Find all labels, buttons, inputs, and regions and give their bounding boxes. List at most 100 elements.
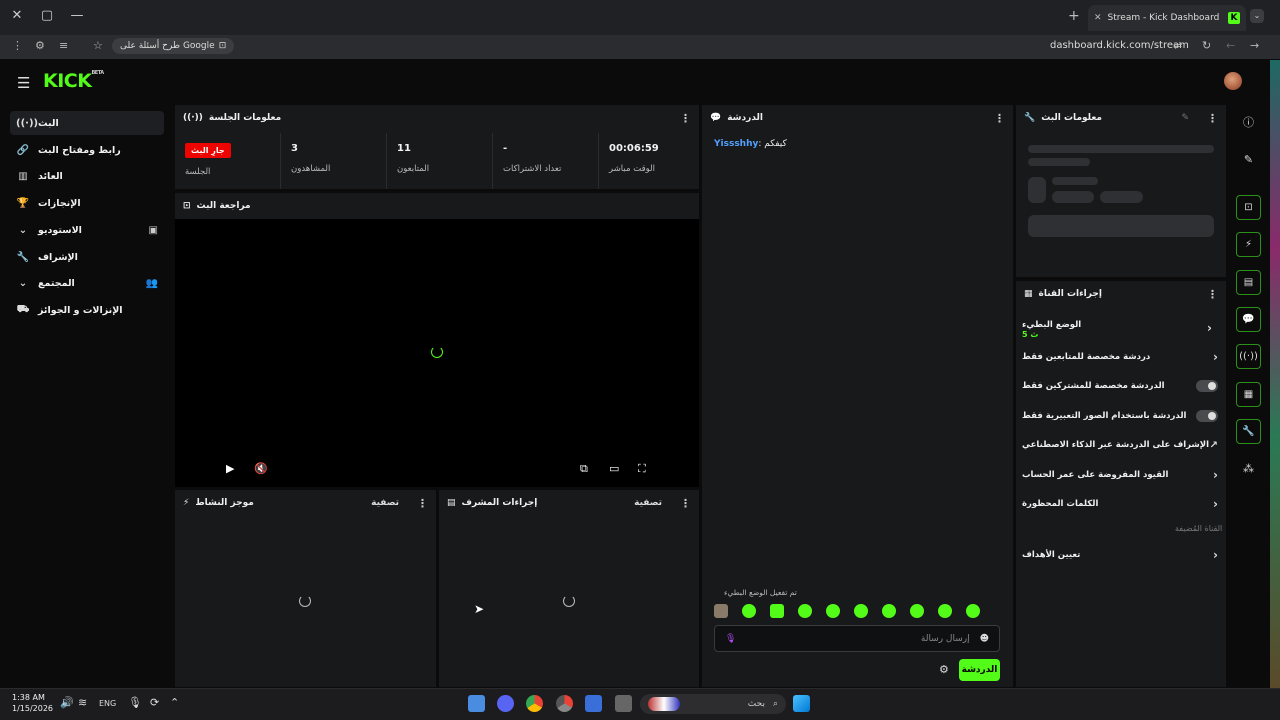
play-icon[interactable]: ▶: [226, 462, 234, 475]
hamburger-menu-icon[interactable]: ☰: [17, 74, 30, 92]
more-options-icon[interactable]: ⋮: [994, 112, 1005, 125]
refresh-tray-icon[interactable]: ⟳: [150, 696, 159, 709]
fullscreen-icon[interactable]: ⛶: [638, 462, 646, 476]
discord-icon[interactable]: [497, 695, 514, 712]
reload-icon[interactable]: ↻: [1202, 39, 1211, 52]
sidebar-item-stream-key[interactable]: 🔗 رابط ومفتاح البث: [10, 138, 164, 162]
more-options-icon[interactable]: ⋮: [417, 497, 428, 510]
site-settings-icon[interactable]: ⇌: [1173, 39, 1182, 52]
filter-button[interactable]: تصفية: [634, 498, 662, 508]
emote-icon[interactable]: [910, 604, 924, 618]
emotes-only-toggle[interactable]: [1196, 410, 1218, 422]
edit-pencil-icon[interactable]: ✎: [1236, 147, 1261, 172]
edit-pencil-icon[interactable]: ✎: [1181, 113, 1189, 123]
filter-button[interactable]: تصفية: [371, 498, 399, 508]
sidebar-item-stream[interactable]: ((·)) البث: [10, 111, 164, 135]
sidebar-item-studio[interactable]: ⌄ الاستوديو ▣: [10, 218, 164, 242]
mic-tray-icon[interactable]: 🎙: [128, 696, 142, 709]
log-widget-icon[interactable]: ▤: [1236, 270, 1261, 295]
panel-header: 💬 الدردشة ⋮: [702, 105, 1013, 131]
emote-icon[interactable]: [854, 604, 868, 618]
slow-mode-row[interactable]: الوضع البطيء 5 ث ›: [1022, 317, 1218, 341]
user-avatar[interactable]: [1224, 72, 1242, 90]
url-text[interactable]: dashboard.kick.com/stream: [1050, 40, 1189, 51]
store-icon[interactable]: [585, 695, 602, 712]
taskbar-search[interactable]: بحث ⌕: [640, 694, 786, 714]
tab-search-icon[interactable]: ⌄: [1250, 9, 1264, 23]
microphone-icon[interactable]: 🎙: [725, 634, 736, 644]
emote-icon[interactable]: [798, 604, 812, 618]
app-f-icon[interactable]: [468, 695, 485, 712]
chat-input[interactable]: 🎙 إرسال رسالة ☻: [714, 625, 1000, 652]
emote-icon[interactable]: [882, 604, 896, 618]
window-maximize-icon[interactable]: ▢: [38, 8, 56, 23]
window-minimize-icon[interactable]: —: [68, 8, 86, 23]
more-widgets-icon[interactable]: ⁂: [1236, 456, 1261, 481]
emotes-only-row[interactable]: الدردشة باستخدام الصور التعبيرية فقط: [1022, 405, 1218, 427]
stat-followers: 11 المتابعون: [387, 133, 493, 189]
windows-start-icon[interactable]: [793, 695, 810, 712]
bookmark-star-icon[interactable]: ☆: [93, 39, 103, 52]
emote-icon[interactable]: [938, 604, 952, 618]
more-options-icon[interactable]: ⋮: [680, 497, 691, 510]
browser-tab-active[interactable]: ✕ Stream - Kick Dashboard K: [1088, 5, 1246, 31]
emote-icon[interactable]: [826, 604, 840, 618]
language-indicator[interactable]: ENG: [99, 699, 116, 708]
tray-chevron-up-icon[interactable]: ⌃: [170, 696, 179, 709]
skeleton-line: [1028, 158, 1090, 166]
broadcast-icon: ((·)): [16, 117, 39, 129]
sidebar-item-revenue[interactable]: ▥ العائد: [10, 164, 164, 188]
account-age-row[interactable]: القيود المفروضة على عمر الحساب ›: [1022, 464, 1218, 486]
banned-words-row[interactable]: الكلمات المحظورة ›: [1022, 493, 1218, 515]
more-options-icon[interactable]: ⋮: [1207, 288, 1218, 301]
theater-mode-icon[interactable]: ▭: [609, 462, 619, 475]
actions-widget-icon[interactable]: ▦: [1236, 382, 1261, 407]
subs-only-toggle[interactable]: [1196, 380, 1218, 392]
subs-only-row[interactable]: الدردشة مخصصة للمشتركين فقط: [1022, 375, 1218, 397]
mod-actions-panel: ▤ إجراءات المشرف تصفية ⋮: [438, 489, 700, 688]
info-icon[interactable]: ⓘ: [1236, 109, 1261, 134]
sidebar-item-drops[interactable]: ⛟ الإنزالات و الجوائز: [10, 298, 164, 322]
forward-icon[interactable]: ←: [1226, 39, 1235, 52]
tab-close-icon[interactable]: ✕: [1094, 13, 1102, 23]
back-icon[interactable]: →: [1250, 39, 1259, 52]
extension-icon[interactable]: ⚙: [35, 39, 45, 52]
chat-widget-icon[interactable]: 💬: [1236, 307, 1261, 332]
chat-username[interactable]: Yissshhy: [714, 139, 758, 149]
wifi-icon[interactable]: ≋: [78, 696, 87, 709]
sidebar-item-achievements[interactable]: 🏆 الإنجازات: [10, 191, 164, 215]
chat-settings-gear-icon[interactable]: ⚙: [939, 663, 949, 676]
chat-send-button[interactable]: الدردشة: [959, 659, 1000, 681]
more-options-icon[interactable]: ⋮: [1207, 112, 1218, 125]
chrome-icon[interactable]: [526, 695, 543, 712]
wrench-widget-icon[interactable]: 🔧: [1236, 419, 1261, 444]
broadcast-widget-icon[interactable]: ((·)): [1236, 344, 1261, 369]
volume-icon[interactable]: 🔊: [60, 696, 74, 709]
followers-only-row[interactable]: دردشة مخصصة للمتابعين فقط ›: [1022, 346, 1218, 368]
new-tab-button[interactable]: +: [1068, 8, 1080, 24]
reader-icon[interactable]: ≡: [59, 39, 68, 52]
chrome-profile-icon[interactable]: [556, 695, 573, 712]
emote-icon[interactable]: [742, 604, 756, 618]
miniplayer-icon[interactable]: ⧉: [580, 462, 588, 476]
sidebar-item-community[interactable]: ⌄ المجتمع 👥: [10, 271, 164, 295]
emoji-picker-icon[interactable]: ☻: [980, 634, 989, 644]
emote-avatar-icon[interactable]: [714, 604, 728, 618]
explorer-icon[interactable]: [615, 695, 632, 712]
chart-icon: ▥: [18, 170, 28, 182]
emote-icon[interactable]: [770, 604, 784, 618]
menu-dots-icon[interactable]: ⋮: [12, 39, 23, 52]
more-options-icon[interactable]: ⋮: [680, 112, 691, 125]
wrench-icon: 🔧: [1024, 113, 1036, 123]
google-lens-chip[interactable]: طرح أسئلة على Google ⊡: [112, 38, 235, 54]
preview-widget-icon[interactable]: ⊡: [1236, 195, 1261, 220]
sidebar-item-moderation[interactable]: 🔧 الإشراف: [10, 245, 164, 269]
goals-row[interactable]: تعيين الأهداف ›: [1022, 544, 1218, 566]
mute-icon[interactable]: 🔇: [254, 462, 268, 475]
kick-logo[interactable]: KICKBETA: [43, 70, 104, 92]
taskbar-clock[interactable]: 1:38 AM 1/15/2026: [12, 692, 53, 714]
bolt-widget-icon[interactable]: ⚡: [1236, 232, 1261, 257]
ai-moderation-row[interactable]: الإشراف على الدردشة عبر الذكاء الاصطناعي…: [1022, 434, 1218, 456]
emote-icon[interactable]: [966, 604, 980, 618]
window-close-icon[interactable]: ✕: [8, 8, 26, 23]
